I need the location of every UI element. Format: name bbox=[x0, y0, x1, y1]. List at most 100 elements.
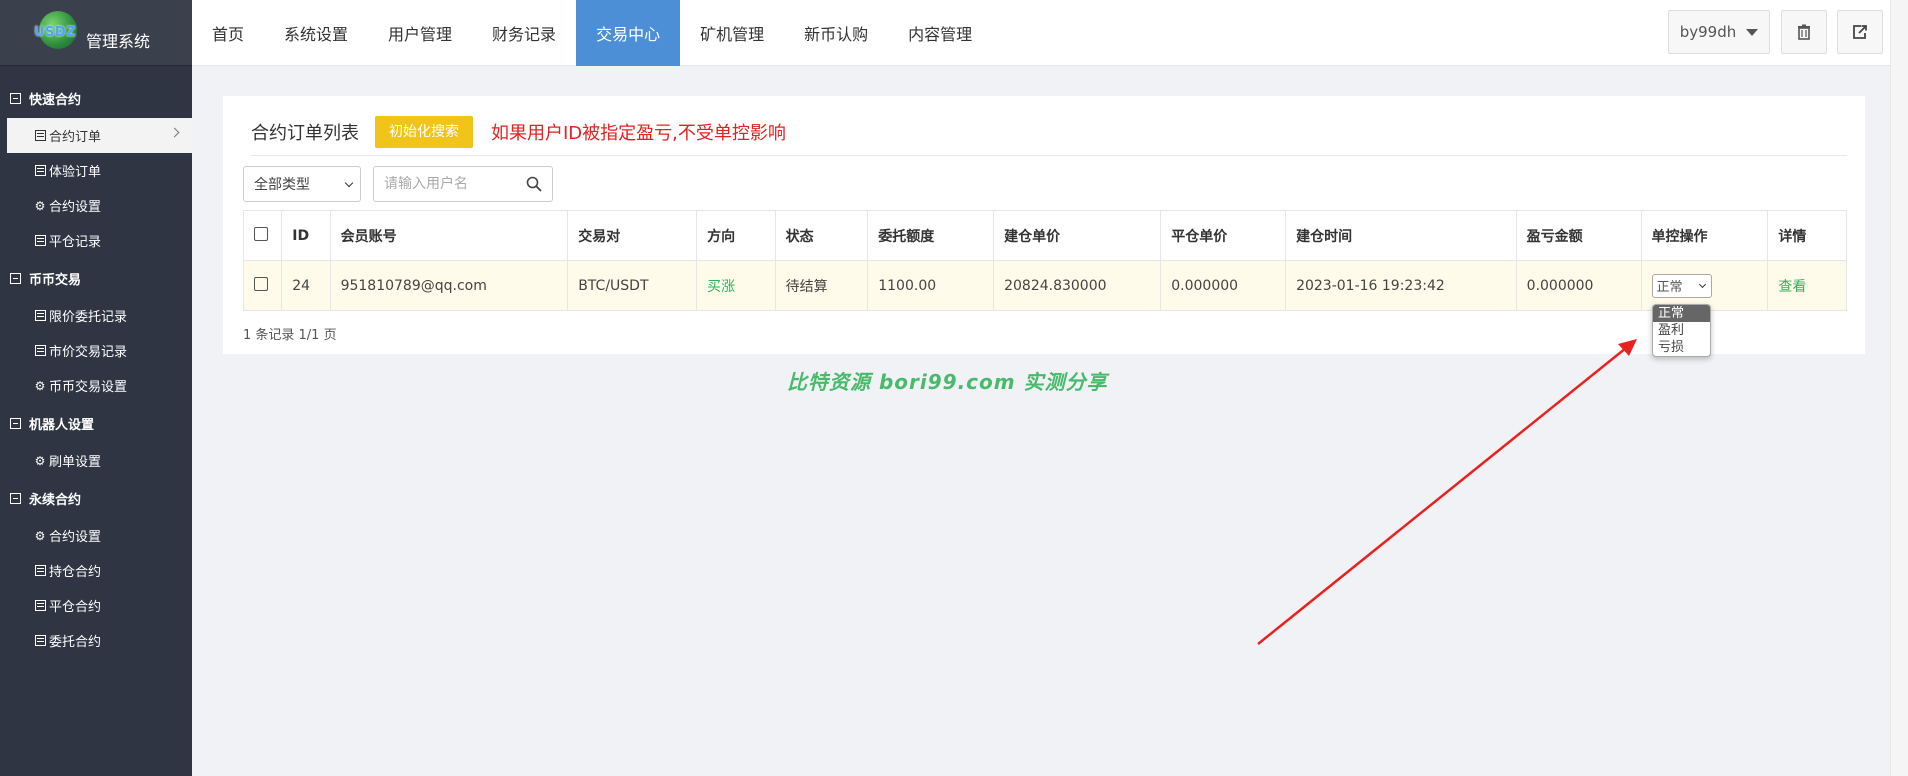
nav-miner-management[interactable]: 矿机管理 bbox=[680, 0, 784, 66]
col-open-price: 建仓单价 bbox=[993, 210, 1162, 261]
list-icon bbox=[34, 635, 46, 647]
search-icon[interactable] bbox=[526, 176, 542, 192]
reset-search-button[interactable]: 初始化搜索 bbox=[375, 115, 473, 148]
col-direction: 方向 bbox=[696, 210, 776, 261]
nav-finance-records[interactable]: 财务记录 bbox=[472, 0, 576, 66]
collapse-icon bbox=[10, 417, 21, 429]
logo[interactable]: USDZ 管理系统 bbox=[0, 0, 192, 66]
top-nav-bar: 首页 系统设置 用户管理 财务记录 交易中心 矿机管理 新币认购 内容管理 by… bbox=[192, 0, 1908, 66]
col-account: 会员账号 bbox=[329, 210, 569, 261]
control-select[interactable]: 正常 bbox=[1651, 273, 1712, 298]
list-icon bbox=[34, 130, 46, 142]
sidebar-item-spot-settings[interactable]: ⚙ 币币交易设置 bbox=[0, 368, 192, 403]
chevron-right-icon bbox=[169, 127, 180, 138]
control-dropdown-list: 正常 盈利 亏损 bbox=[1652, 304, 1711, 357]
main-nav: 首页 系统设置 用户管理 财务记录 交易中心 矿机管理 新币认购 内容管理 bbox=[192, 0, 1908, 66]
sidebar-item-position-contracts[interactable]: 持仓合约 bbox=[0, 553, 192, 588]
app-title: 管理系统 bbox=[86, 31, 151, 51]
list-icon bbox=[34, 310, 46, 322]
col-open-time: 建仓时间 bbox=[1285, 210, 1517, 261]
sidebar-item-close-records[interactable]: 平仓记录 bbox=[0, 223, 192, 258]
list-icon bbox=[34, 600, 46, 612]
list-icon bbox=[34, 235, 46, 247]
row-checkbox[interactable] bbox=[254, 276, 268, 291]
list-icon bbox=[34, 165, 46, 177]
clear-cache-button[interactable] bbox=[1781, 10, 1827, 54]
col-close-price: 平仓单价 bbox=[1160, 210, 1287, 261]
nav-trading-center[interactable]: 交易中心 bbox=[576, 0, 681, 66]
sidebar-item-closed-contracts[interactable]: 平仓合约 bbox=[0, 588, 192, 623]
cell-account: 951810789@qq.com bbox=[329, 260, 569, 311]
sidebar-item-market-records[interactable]: 市价交易记录 bbox=[0, 333, 192, 368]
gear-icon: ⚙ bbox=[34, 198, 46, 213]
sidebar-item-entrusted-contracts[interactable]: 委托合约 bbox=[0, 623, 192, 658]
option-profit[interactable]: 盈利 bbox=[1653, 322, 1710, 339]
nav-home[interactable]: 首页 bbox=[192, 0, 264, 66]
collapse-icon bbox=[10, 492, 21, 504]
record-count: 1 条记录 1/1 页 bbox=[243, 328, 337, 343]
sidebar-group-robot-settings[interactable]: 机器人设置 bbox=[0, 403, 192, 443]
col-amount: 委托额度 bbox=[867, 210, 995, 261]
username: by99dh bbox=[1679, 23, 1737, 41]
warning-text: 如果用户ID被指定盈亏,不受单控影响 bbox=[491, 122, 786, 144]
cell-control: 正常 bbox=[1640, 260, 1769, 311]
col-pair: 交易对 bbox=[567, 210, 698, 261]
gear-icon: ⚙ bbox=[34, 528, 46, 543]
sidebar-group-spot-trading[interactable]: 币币交易 bbox=[0, 258, 192, 298]
option-normal[interactable]: 正常 bbox=[1653, 305, 1710, 322]
gear-icon: ⚙ bbox=[34, 453, 46, 468]
col-status: 状态 bbox=[774, 210, 869, 261]
user-menu-button[interactable]: by99dh bbox=[1668, 10, 1770, 54]
username-search-input[interactable] bbox=[384, 176, 514, 192]
nav-content-management[interactable]: 内容管理 bbox=[888, 0, 992, 66]
cell-close-price: 0.000000 bbox=[1160, 260, 1287, 311]
collapse-icon bbox=[10, 272, 21, 284]
sidebar-item-contract-settings[interactable]: ⚙ 合约设置 bbox=[0, 188, 192, 223]
username-search bbox=[373, 166, 553, 202]
page-title: 合约订单列表 bbox=[251, 122, 359, 144]
list-icon bbox=[34, 345, 46, 357]
logout-icon bbox=[1853, 25, 1867, 39]
chevron-down-icon bbox=[1698, 280, 1706, 288]
row-select-cell[interactable] bbox=[242, 260, 283, 311]
table-header-row: ID 会员账号 交易对 方向 状态 委托额度 建仓单价 平仓单价 建仓时间 盈亏… bbox=[242, 210, 1847, 261]
list-icon bbox=[34, 565, 46, 577]
cell-open-price: 20824.830000 bbox=[993, 260, 1162, 311]
sidebar-item-brush-settings[interactable]: ⚙ 刷单设置 bbox=[0, 443, 192, 478]
cell-amount: 1100.00 bbox=[867, 260, 995, 311]
logout-button[interactable] bbox=[1837, 10, 1883, 54]
contract-order-panel: 合约订单列表 初始化搜索 如果用户ID被指定盈亏,不受单控影响 全部类型 ID … bbox=[223, 96, 1865, 354]
cell-pair: BTC/USDT bbox=[567, 260, 698, 311]
chevron-down-icon bbox=[344, 178, 354, 188]
globe-logo-icon: USDZ bbox=[34, 10, 80, 55]
caret-down-icon bbox=[1746, 28, 1759, 36]
select-all-checkbox[interactable] bbox=[254, 226, 268, 241]
sidebar-item-limit-orders[interactable]: 限价委托记录 bbox=[0, 298, 192, 333]
nav-system-settings[interactable]: 系统设置 bbox=[264, 0, 368, 66]
nav-new-coin-subscription[interactable]: 新币认购 bbox=[784, 0, 888, 66]
sidebar-group-perpetual-contract[interactable]: 永续合约 bbox=[0, 478, 192, 518]
table-row: 24 951810789@qq.com BTC/USDT 买涨 待结算 1100… bbox=[242, 260, 1847, 311]
nav-user-management[interactable]: 用户管理 bbox=[368, 0, 472, 66]
col-id: ID bbox=[281, 210, 331, 261]
option-loss[interactable]: 亏损 bbox=[1653, 339, 1710, 356]
cell-direction: 买涨 bbox=[696, 260, 776, 311]
type-filter-select[interactable]: 全部类型 bbox=[243, 166, 361, 202]
scrollbar[interactable] bbox=[1890, 0, 1908, 776]
orders-table: ID 会员账号 交易对 方向 状态 委托额度 建仓单价 平仓单价 建仓时间 盈亏… bbox=[242, 210, 1847, 311]
panel-header: 合约订单列表 初始化搜索 如果用户ID被指定盈亏,不受单控影响 bbox=[251, 108, 1847, 156]
cell-open-time: 2023-01-16 19:23:42 bbox=[1285, 260, 1517, 311]
view-detail-link[interactable]: 查看 bbox=[1778, 279, 1806, 295]
filter-row: 全部类型 bbox=[243, 166, 553, 202]
sidebar-item-perpetual-settings[interactable]: ⚙ 合约设置 bbox=[0, 518, 192, 553]
gear-icon: ⚙ bbox=[34, 378, 46, 393]
col-pnl: 盈亏金额 bbox=[1515, 210, 1642, 261]
sidebar-item-contract-orders[interactable]: 合约订单 bbox=[7, 118, 192, 153]
sidebar: USDZ 管理系统 快速合约 合约订单 体验订单 ⚙ 合约设置 平仓记录 币币交… bbox=[0, 0, 192, 776]
sidebar-group-quick-contract[interactable]: 快速合约 bbox=[0, 78, 192, 118]
cell-status: 待结算 bbox=[774, 260, 869, 311]
collapse-icon bbox=[10, 92, 21, 104]
trash-icon bbox=[1798, 24, 1810, 40]
select-all-cell[interactable] bbox=[242, 210, 283, 261]
sidebar-item-trial-orders[interactable]: 体验订单 bbox=[0, 153, 192, 188]
